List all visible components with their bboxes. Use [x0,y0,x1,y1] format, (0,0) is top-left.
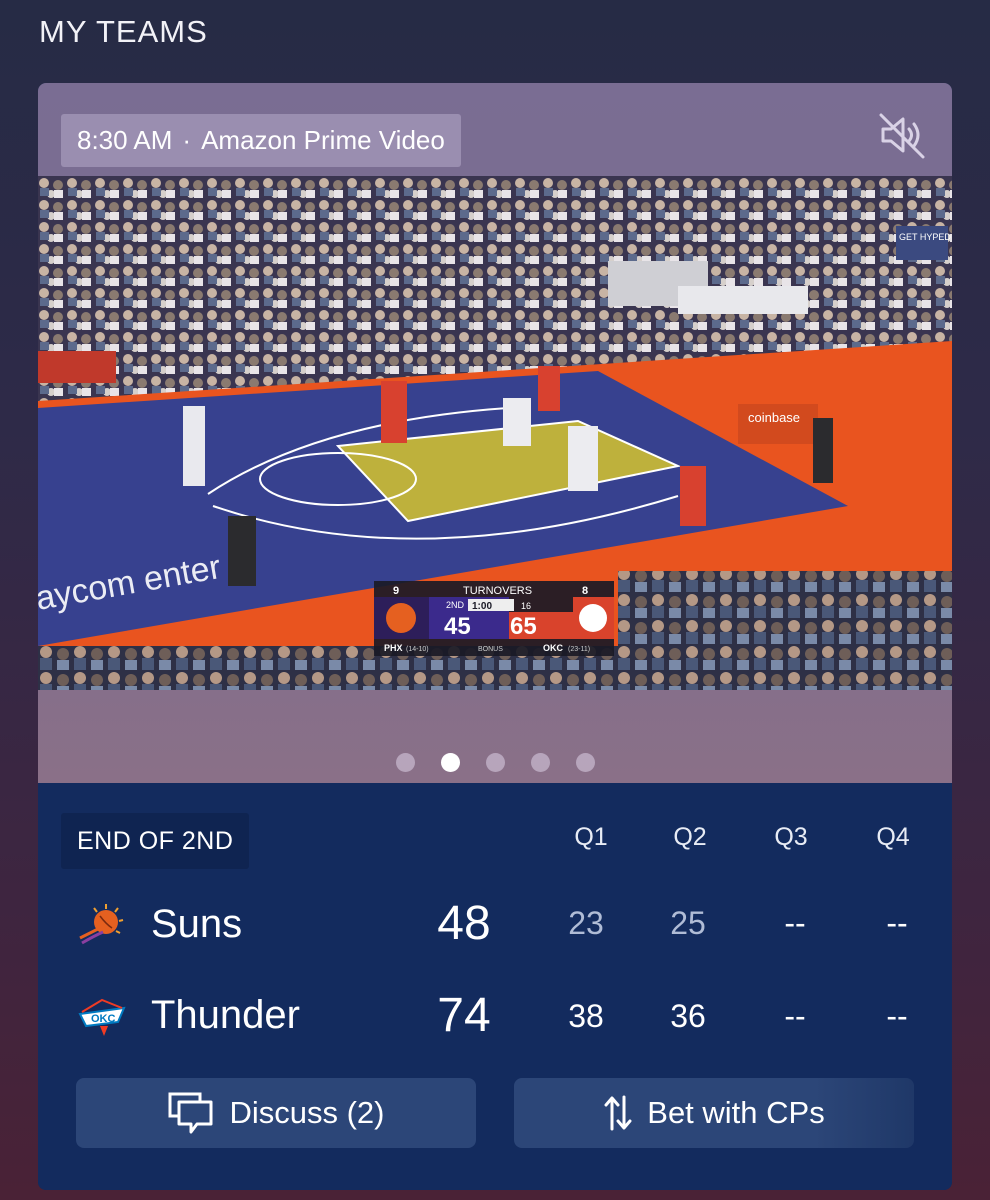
svg-text:OKC: OKC [543,643,564,653]
fan-sign: GET HYPED [899,232,951,242]
svg-text:2ND: 2ND [446,600,465,610]
discuss-button[interactable]: Discuss (2) [76,1078,476,1148]
svg-text:65: 65 [510,613,537,640]
quarter-score: -- [886,905,908,941]
carousel-pager [38,753,952,772]
pager-dot[interactable] [395,753,415,772]
game-card[interactable]: 8:30 AM · Amazon Prime Video coinbase GE… [38,83,952,1190]
team-total-score: 74 [437,989,491,1042]
quarter-header-q3: Q3 [774,823,808,851]
svg-text:PHX: PHX [384,643,403,653]
quarter-score: 25 [670,905,706,941]
video-player[interactable]: coinbase GET HYPED aycom enter 9 TURNOVE… [38,176,952,690]
pager-dot[interactable] [485,753,505,772]
team-total-score: 48 [437,897,491,950]
thunder-logo-icon: OKC [78,998,126,1036]
svg-text:OKC: OKC [91,1013,116,1025]
chat-bubbles-icon [168,1092,213,1134]
mute-button[interactable] [870,105,932,165]
svg-text:16: 16 [521,601,531,611]
quarter-score: -- [886,998,908,1034]
broadcast-network: Amazon Prime Video [201,125,445,155]
team-name: Thunder [151,993,300,1037]
svg-text:(23-11): (23-11) [568,646,590,653]
section-title: MY TEAMS [39,14,208,49]
game-status-badge: END OF 2ND [61,813,250,869]
quarter-header-q1: Q1 [574,823,608,851]
bet-button[interactable]: Bet with CPs [514,1078,914,1148]
quarter-score: 23 [568,905,604,941]
svg-text:8: 8 [582,585,588,597]
svg-text:1:00: 1:00 [472,601,492,612]
broadcast-time: 8:30 AM [77,125,173,155]
broadcast-info: 8:30 AM · Amazon Prime Video [61,114,461,167]
discuss-label: Discuss (2) [229,1095,385,1130]
scoreboard: END OF 2ND Q1 Q2 Q3 Q4 Suns 48 23 25 -- … [38,783,952,1190]
broadcast-separator: · [182,125,192,155]
pager-dot-active[interactable] [440,753,460,772]
game-video-frame: coinbase GET HYPED aycom enter 9 TURNOVE… [38,176,952,690]
quarter-header-q2: Q2 [673,823,707,851]
pager-dot[interactable] [575,753,595,772]
bet-label: Bet with CPs [647,1095,825,1130]
quarter-score: -- [784,998,806,1034]
svg-text:BONUS: BONUS [478,646,503,653]
pager-dot[interactable] [530,753,550,772]
svg-text:9: 9 [393,585,399,597]
svg-text:(14-10): (14-10) [406,646,429,653]
svg-text:TURNOVERS: TURNOVERS [463,585,532,597]
sponsor-board: coinbase [748,410,800,425]
quarter-score: 36 [670,998,706,1034]
suns-logo-icon [79,904,124,945]
speaker-muted-icon [879,113,925,159]
svg-text:45: 45 [444,613,471,640]
swap-arrows-icon [604,1095,632,1131]
quarter-score: 38 [568,998,604,1034]
video-panel: 8:30 AM · Amazon Prime Video coinbase GE… [38,83,952,783]
team-name: Suns [151,902,243,946]
tv-scorebug: 9 TURNOVERS 8 2ND 1:00 16 45 65 PHX (14-… [374,581,614,656]
quarter-score: -- [784,905,806,941]
quarter-header-q4: Q4 [876,823,910,851]
